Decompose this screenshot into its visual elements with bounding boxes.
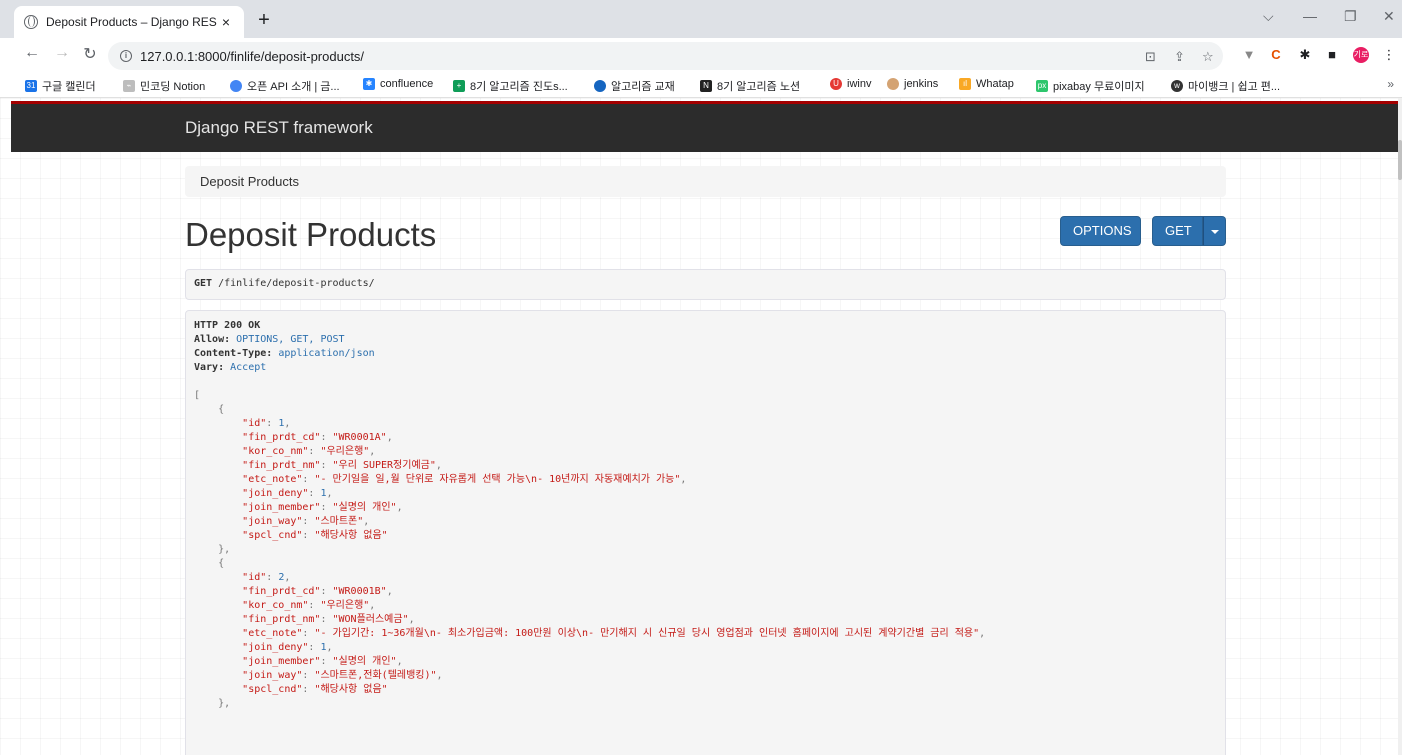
tab-title: Deposit Products – Django RES bbox=[46, 15, 217, 29]
request-method: GET bbox=[194, 278, 213, 289]
json-field: "join_way": "스마트폰,전화(텔레뱅킹)", bbox=[242, 670, 443, 681]
bookmark-item[interactable]: Uiwinv bbox=[830, 78, 871, 90]
caret-down-icon bbox=[1210, 229, 1219, 234]
jenkins-icon bbox=[887, 78, 899, 90]
close-icon[interactable]: × bbox=[218, 14, 234, 30]
json-field: "kor_co_nm": "우리은행", bbox=[242, 446, 376, 457]
json-brace: }, bbox=[194, 544, 231, 555]
notion-icon: N bbox=[700, 80, 712, 92]
whatap-icon: ıl bbox=[959, 78, 971, 90]
request-info: GET /finlife/deposit-products/ bbox=[185, 269, 1226, 300]
menu-kebab-icon[interactable]: ⋮ bbox=[1381, 47, 1397, 63]
json-field: "etc_note": "- 가입기간: 1~36개월\n- 최소가입금액: 1… bbox=[242, 628, 986, 639]
globe-icon bbox=[24, 15, 38, 29]
bookmark-star-icon[interactable]: ☆ bbox=[1202, 49, 1214, 65]
iwinv-icon: U bbox=[830, 78, 842, 90]
json-field: "spcl_cnd": "해당사항 없음" bbox=[242, 684, 388, 695]
json-field: "kor_co_nm": "우리은행", bbox=[242, 600, 376, 611]
mybank-icon: w bbox=[1171, 80, 1183, 92]
reload-icon[interactable]: ↻ bbox=[80, 44, 100, 64]
bookmark-item[interactable]: ✱ confluence bbox=[363, 78, 433, 90]
bookmark-item[interactable]: 오픈 API 소개 | 금... bbox=[230, 78, 340, 94]
link-icon: ⌁ bbox=[123, 80, 135, 92]
bookmark-item[interactable]: N 8기 알고리즘 노션 bbox=[700, 78, 800, 94]
maximize-icon[interactable]: ❐ bbox=[1344, 8, 1357, 25]
json-field: "fin_prdt_nm": "WON플러스예금", bbox=[242, 614, 415, 625]
globe-icon bbox=[230, 80, 242, 92]
url-text: 127.0.0.1:8000/finlife/deposit-products/ bbox=[140, 48, 365, 64]
json-field: "id": 2, bbox=[242, 572, 291, 583]
response-header: Vary: Accept bbox=[194, 362, 267, 373]
bookmark-item[interactable]: ıl Whatap bbox=[959, 78, 1014, 90]
json-brace: }, bbox=[194, 698, 231, 709]
info-icon[interactable]: i bbox=[120, 50, 132, 62]
forward-icon[interactable]: → bbox=[52, 44, 72, 62]
response-header: Allow: OPTIONS, GET, POST bbox=[194, 334, 345, 345]
json-field: "id": 1, bbox=[242, 418, 291, 429]
get-format-dropdown[interactable] bbox=[1203, 216, 1226, 246]
profile-avatar[interactable]: 기로 bbox=[1353, 47, 1369, 63]
json-field: "join_member": "실명의 개인", bbox=[242, 502, 403, 513]
cloud-icon bbox=[594, 80, 606, 92]
tab-search-icon[interactable]: ⌵ bbox=[1263, 8, 1274, 25]
browser-toolbar: ← → ↻ i 127.0.0.1:8000/finlife/deposit-p… bbox=[0, 38, 1402, 72]
translate-icon[interactable]: ⊡ bbox=[1145, 49, 1156, 65]
json-field: "join_deny": 1, bbox=[242, 488, 333, 499]
more-bookmarks-icon[interactable]: » bbox=[1387, 77, 1394, 91]
json-field: "spcl_cnd": "해당사항 없음" bbox=[242, 530, 388, 541]
json-field: "fin_prdt_cd": "WR0001B", bbox=[242, 586, 393, 597]
navbar-brand[interactable]: Django REST framework bbox=[185, 118, 373, 138]
page-title: Deposit Products bbox=[185, 216, 437, 253]
json-field: "join_deny": 1, bbox=[242, 642, 333, 653]
back-icon[interactable]: ← bbox=[22, 44, 42, 62]
json-field: "join_member": "실명의 개인", bbox=[242, 656, 403, 667]
json-field: "etc_note": "- 만기일을 일,월 단위로 자유롭게 선택 가능\n… bbox=[242, 474, 687, 485]
window-close-icon[interactable]: ✕ bbox=[1383, 8, 1395, 25]
bookmark-item[interactable]: jenkins bbox=[887, 78, 938, 90]
scrollbar-thumb[interactable] bbox=[1398, 140, 1402, 180]
title-bar: Deposit Products OPTIONS GET bbox=[185, 197, 1226, 265]
minimize-icon[interactable]: — bbox=[1303, 8, 1317, 24]
vue-devtools-icon[interactable]: ▼ bbox=[1241, 47, 1257, 63]
calendar-icon: 31 bbox=[25, 80, 37, 92]
json-field: "join_way": "스마트폰", bbox=[242, 516, 370, 527]
page-scrollbar[interactable] bbox=[1398, 98, 1402, 755]
request-path: /finlife/deposit-products/ bbox=[218, 278, 375, 289]
breadcrumb: Deposit Products bbox=[185, 166, 1226, 197]
extension-c-icon[interactable]: C bbox=[1268, 47, 1284, 63]
bookmark-item[interactable]: px pixabay 무료이미지 bbox=[1036, 78, 1145, 94]
bookmark-item[interactable]: w 마이뱅크 | 쉽고 편... bbox=[1171, 78, 1280, 94]
response-info: HTTP 200 OK Allow: OPTIONS, GET, POST Co… bbox=[185, 310, 1226, 755]
address-bar[interactable]: i 127.0.0.1:8000/finlife/deposit-product… bbox=[108, 42, 1223, 70]
response-status: HTTP 200 OK bbox=[194, 320, 261, 331]
bookmark-item[interactable]: +8기 알고리즘 진도s... bbox=[453, 78, 568, 94]
json-brace: { bbox=[194, 558, 225, 569]
sheets-icon: + bbox=[453, 80, 465, 92]
pixabay-icon: px bbox=[1036, 80, 1048, 92]
json-field: "fin_prdt_cd": "WR0001A", bbox=[242, 432, 393, 443]
browser-tabstrip: Deposit Products – Django RES × + ⌵ — ❐ … bbox=[0, 0, 1402, 38]
json-field: "fin_prdt_nm": "우리 SUPER정기예금", bbox=[242, 460, 442, 471]
puzzle-icon[interactable]: ✱ bbox=[1297, 47, 1313, 63]
options-button[interactable]: OPTIONS bbox=[1060, 216, 1141, 246]
drf-navbar: Django REST framework bbox=[11, 101, 1399, 152]
bookmark-item[interactable]: 알고리즘 교재 bbox=[594, 78, 675, 94]
json-bracket: [ bbox=[194, 390, 201, 401]
content-container: Deposit Products Deposit Products OPTION… bbox=[185, 166, 1226, 755]
breadcrumb-item[interactable]: Deposit Products bbox=[200, 174, 299, 189]
page-viewport: Django REST framework Deposit Products D… bbox=[0, 98, 1402, 755]
browser-tab[interactable]: Deposit Products – Django RES × bbox=[14, 6, 244, 38]
bookmark-item[interactable]: ⌁ 민코딩 Notion bbox=[123, 78, 205, 94]
sidepanel-icon[interactable]: ■ bbox=[1324, 47, 1340, 63]
get-button[interactable]: GET bbox=[1152, 216, 1203, 246]
json-brace: { bbox=[194, 404, 225, 415]
share-icon[interactable]: ⇪ bbox=[1174, 49, 1185, 65]
bookmarks-bar: 31 구글 캘린더 ⌁ 민코딩 Notion 오픈 API 소개 | 금... ✱ c… bbox=[0, 72, 1402, 98]
bookmark-item[interactable]: 31 구글 캘린더 bbox=[25, 78, 96, 94]
response-header: Content-Type: application/json bbox=[194, 348, 375, 359]
confluence-icon: ✱ bbox=[363, 78, 375, 90]
new-tab-button[interactable]: + bbox=[252, 9, 276, 32]
